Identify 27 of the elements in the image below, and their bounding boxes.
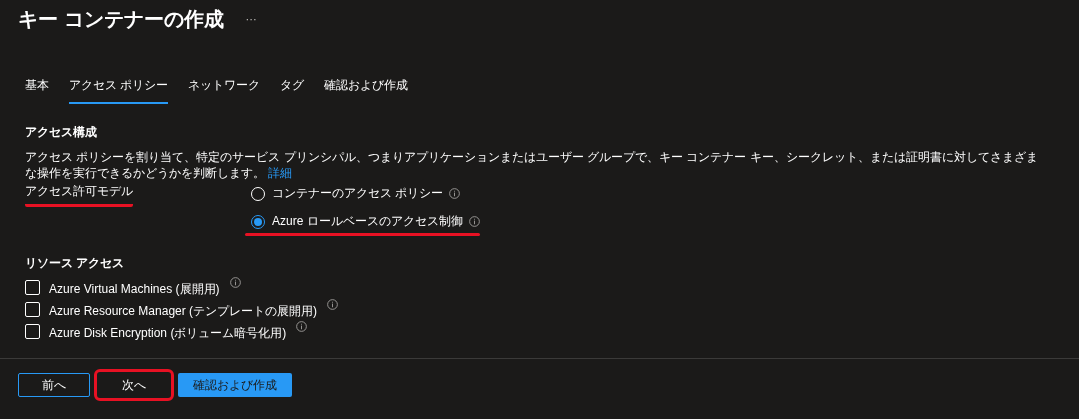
info-icon[interactable] xyxy=(296,321,308,332)
field-label: アクセス許可モデル xyxy=(25,183,133,207)
radio-label: コンテナーのアクセス ポリシー xyxy=(272,185,445,202)
checkbox-label: Azure Resource Manager (テンプレートの展開用) xyxy=(49,303,318,320)
info-icon[interactable] xyxy=(327,299,339,310)
checkbox[interactable] xyxy=(25,280,40,295)
create-button[interactable]: 確認および作成 xyxy=(178,373,292,397)
section-heading: リソース アクセス xyxy=(25,255,126,272)
info-icon[interactable] xyxy=(449,188,461,199)
tab[interactable]: アクセス ポリシー xyxy=(69,72,169,104)
checkbox[interactable] xyxy=(25,302,40,317)
tab[interactable]: 基本 xyxy=(25,72,49,104)
learn-more-link[interactable]: 詳細 xyxy=(268,166,293,180)
info-icon[interactable] xyxy=(468,216,480,227)
more-menu[interactable]: ··· xyxy=(245,13,257,25)
section-heading: アクセス構成 xyxy=(25,124,98,141)
info-icon[interactable] xyxy=(229,277,241,288)
tab[interactable]: タグ xyxy=(280,72,305,104)
checkbox-label: Azure Disk Encryption (ボリューム暗号化用) xyxy=(49,325,287,342)
checkbox-label: Azure Virtual Machines (展開用) xyxy=(49,281,220,298)
radio-label: Azure ロールベースのアクセス制御 xyxy=(272,213,464,230)
page-title: キー コンテナーの作成 xyxy=(18,6,224,32)
tab[interactable]: ネットワーク xyxy=(188,72,261,104)
checkbox[interactable] xyxy=(25,324,40,339)
tab[interactable]: 確認および作成 xyxy=(324,72,409,104)
previous-button[interactable]: 前へ xyxy=(18,373,90,397)
description-text: アクセス ポリシーを割り当て、特定のサービス プリンシパル、つまりアプリケーションまたはユーザー グループで、キー コンテナー キー、シークレット、または証明書に対してさまざまな操作を実行できるかどうかを判断します。 詳細 xyxy=(25,149,1039,181)
